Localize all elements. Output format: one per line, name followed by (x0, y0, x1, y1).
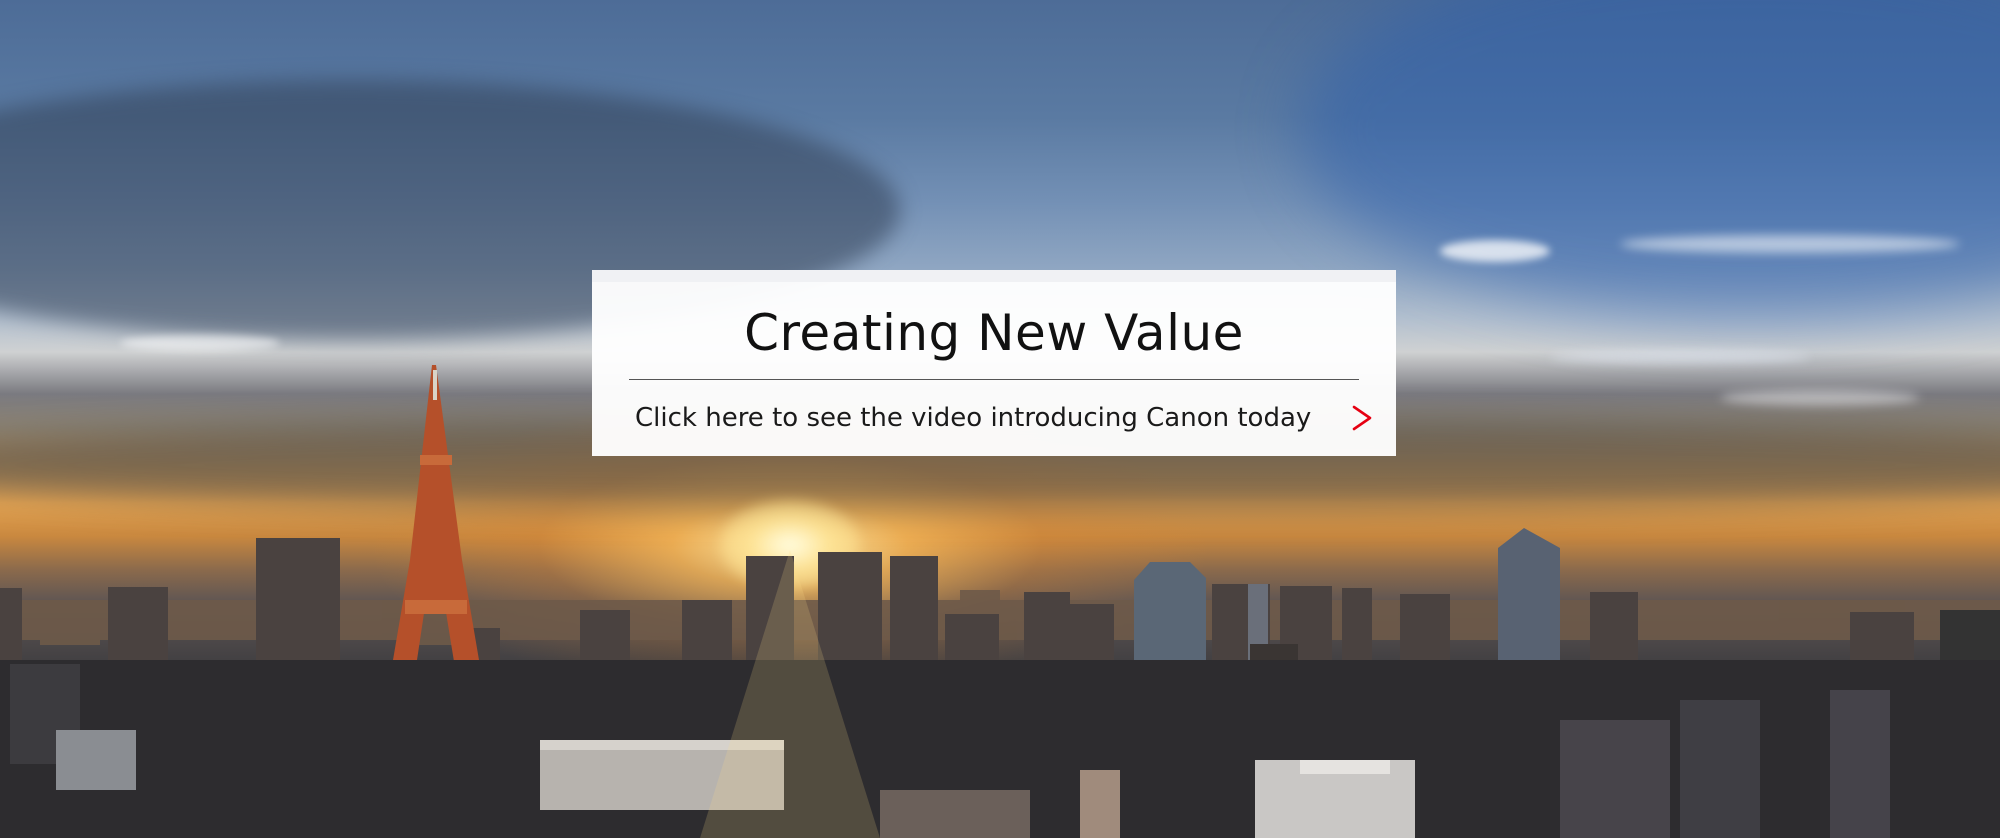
video-intro-link-text[interactable]: Click here to see the video introducing … (635, 403, 1311, 433)
chevron-right-icon[interactable] (1349, 403, 1375, 433)
card-top-strip (592, 270, 1396, 282)
title-divider (629, 379, 1359, 380)
intro-banner-card: Creating New Value Click here to see the… (592, 270, 1396, 456)
foreground-buildings (0, 660, 2000, 838)
banner-title: Creating New Value (744, 304, 1244, 362)
video-intro-link[interactable]: Click here to see the video introducing … (635, 398, 1375, 438)
